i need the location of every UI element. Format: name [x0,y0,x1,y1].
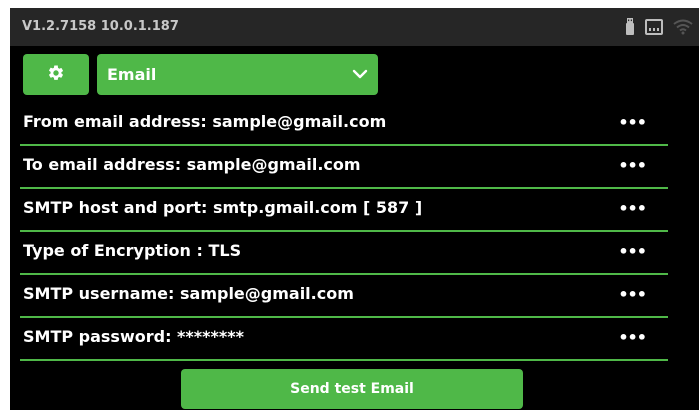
version-info: V1.2.7158 10.0.1.187 [22,19,179,34]
more-options-button[interactable]: ••• [618,199,647,218]
more-options-button[interactable]: ••• [618,285,647,304]
setting-row-to-email[interactable]: To email address: sample@gmail.com ••• [20,145,668,189]
setting-row-smtp-host[interactable]: SMTP host and port: smtp.gmail.com [ 587… [20,188,668,232]
more-options-button[interactable]: ••• [618,328,647,347]
ip-address-text: 10.0.1.187 [100,19,179,34]
more-options-button[interactable]: ••• [618,242,647,261]
setting-row-encryption[interactable]: Type of Encryption : TLS ••• [20,231,668,275]
usb-icon [625,18,635,36]
status-bar: V1.2.7158 10.0.1.187 [10,8,699,46]
setting-label: To email address: sample@gmail.com [23,155,361,174]
setting-row-smtp-password[interactable]: SMTP password: ******** ••• [20,317,668,361]
setting-label: SMTP username: sample@gmail.com [23,284,354,303]
device-screen: V1.2.7158 10.0.1.187 Email From email ad… [10,8,699,410]
category-dropdown[interactable]: Email [97,54,378,95]
more-options-button[interactable]: ••• [618,156,647,175]
send-test-email-label: Send test Email [290,381,414,397]
ethernet-icon [645,19,663,35]
setting-row-smtp-username[interactable]: SMTP username: sample@gmail.com ••• [20,274,668,318]
setting-label: SMTP host and port: smtp.gmail.com [ 587… [23,198,423,217]
status-icons [625,17,693,37]
settings-button[interactable] [23,54,89,95]
send-test-email-button[interactable]: Send test Email [181,369,523,409]
more-options-button[interactable]: ••• [618,113,647,132]
setting-label: SMTP password: ******** [23,327,244,346]
version-text: V1.2.7158 [22,19,97,34]
wifi-icon [673,19,693,35]
chevron-down-icon [352,66,368,86]
dropdown-selected-value: Email [107,65,157,84]
setting-label: From email address: sample@gmail.com [23,112,387,131]
setting-row-from-email[interactable]: From email address: sample@gmail.com ••• [20,102,668,146]
gear-icon [47,64,65,86]
setting-label: Type of Encryption : TLS [23,241,242,260]
